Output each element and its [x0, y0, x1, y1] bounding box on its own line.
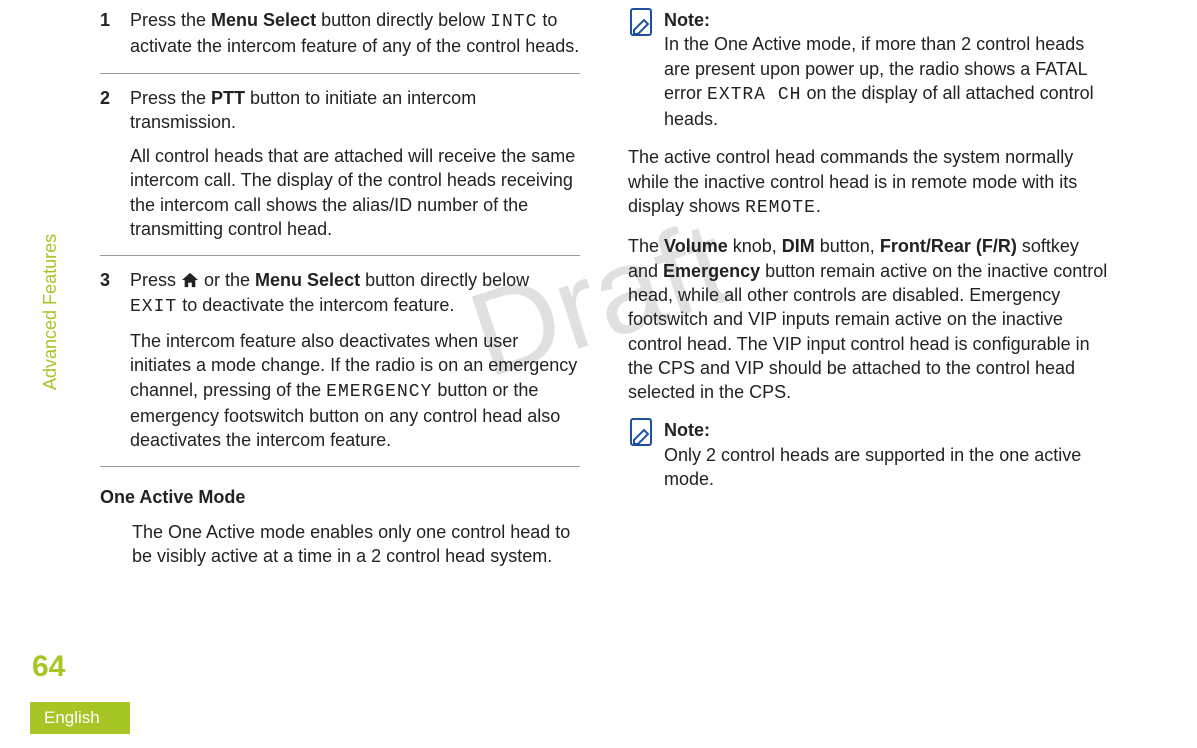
note-icon	[628, 8, 654, 38]
text: Press the	[130, 88, 211, 108]
text-mono: INTC	[490, 12, 537, 32]
text-mono: REMOTE	[745, 198, 816, 218]
step-body: Press or the Menu Select button directly…	[130, 268, 580, 452]
text: All control heads that are attached will…	[130, 144, 580, 241]
text-mono: EXTRA CH	[707, 85, 801, 105]
page-number: 64	[32, 650, 65, 684]
text-mono: EXIT	[130, 297, 177, 317]
text: The active control head commands the sys…	[628, 147, 1077, 216]
text: Press	[130, 270, 181, 290]
left-column: 1 Press the Menu Select button directly …	[100, 8, 580, 582]
text: Only 2 control heads are supported in th…	[664, 445, 1081, 489]
note-body: Note: Only 2 control heads are supported…	[664, 418, 1108, 491]
text: The	[628, 236, 664, 256]
text-bold: Menu Select	[211, 10, 316, 30]
note-body: Note: In the One Active mode, if more th…	[664, 8, 1108, 131]
step-2: 2 Press the PTT button to initiate an in…	[100, 74, 580, 257]
step-body: Press the Menu Select button directly be…	[130, 8, 580, 59]
note-block: Note: In the One Active mode, if more th…	[628, 8, 1108, 131]
text: button directly below	[316, 10, 490, 30]
step-number: 3	[100, 268, 116, 452]
text-bold: DIM	[782, 236, 815, 256]
text: button,	[815, 236, 880, 256]
text: Press the	[130, 10, 211, 30]
step-body: Press the PTT button to initiate an inte…	[130, 86, 580, 242]
text: button remain active on the inactive con…	[628, 261, 1107, 402]
note-title: Note:	[664, 10, 710, 30]
text-bold: Volume	[664, 236, 728, 256]
text-bold: Front/Rear (F/R)	[880, 236, 1017, 256]
step-3: 3 Press or the Menu Select button direct…	[100, 256, 580, 467]
paragraph: The One Active mode enables only one con…	[132, 520, 580, 569]
language-tab: English	[30, 702, 130, 734]
text: or the	[199, 270, 255, 290]
note-title: Note:	[664, 420, 710, 440]
step-number: 2	[100, 86, 116, 242]
text: .	[816, 196, 821, 216]
text-bold: Emergency	[663, 261, 760, 281]
home-icon	[181, 270, 199, 286]
text: button directly below	[360, 270, 529, 290]
text-bold: PTT	[211, 88, 245, 108]
text-mono: EMERGENCY	[326, 382, 432, 402]
paragraph: The active control head commands the sys…	[628, 145, 1108, 220]
text: knob,	[728, 236, 782, 256]
page-content: 1 Press the Menu Select button directly …	[0, 0, 1197, 582]
note-block: Note: Only 2 control heads are supported…	[628, 418, 1108, 491]
heading-one-active-mode: One Active Mode	[100, 485, 580, 509]
step-1: 1 Press the Menu Select button directly …	[100, 8, 580, 74]
step-number: 1	[100, 8, 116, 59]
note-icon	[628, 418, 654, 448]
text-bold: Menu Select	[255, 270, 360, 290]
paragraph: The Volume knob, DIM button, Front/Rear …	[628, 234, 1108, 404]
right-column: Note: In the One Active mode, if more th…	[628, 8, 1108, 582]
text: to deactivate the intercom feature.	[177, 295, 454, 315]
